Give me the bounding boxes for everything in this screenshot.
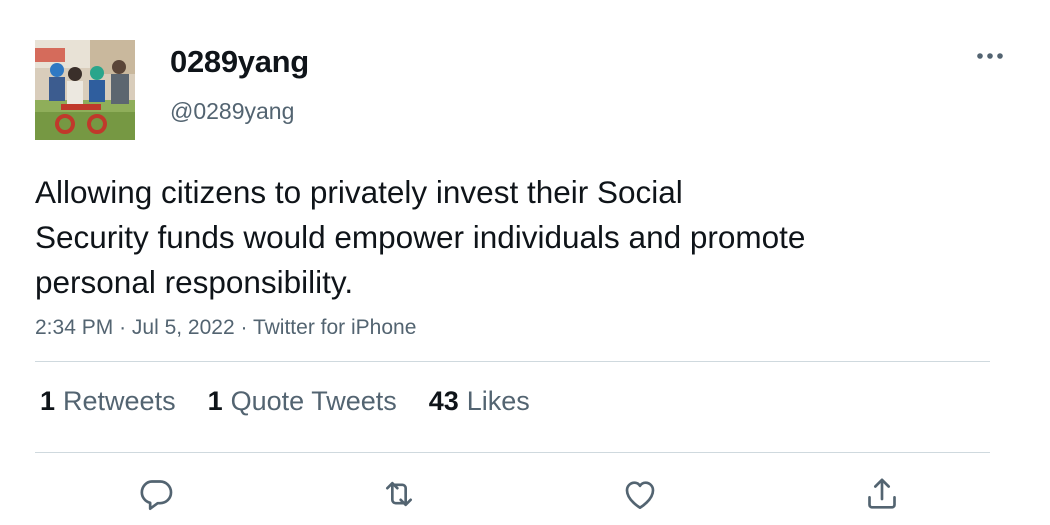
quote-tweets-stat[interactable]: 1 Quote Tweets	[208, 386, 397, 417]
tweet-text: Allowing citizens to privately invest th…	[35, 170, 965, 305]
tweet-text-line: personal responsibility.	[35, 264, 354, 300]
tweet-text-line: Allowing citizens to privately invest th…	[35, 174, 683, 210]
tweet-source[interactable]: Twitter for iPhone	[253, 316, 416, 339]
quote-tweets-label: Quote Tweets	[230, 386, 397, 416]
reply-button[interactable]	[134, 472, 178, 516]
divider	[35, 452, 990, 453]
meta-separator: ·	[240, 316, 248, 339]
reply-icon	[140, 480, 173, 510]
tweet-actions	[0, 472, 1050, 516]
likes-stat[interactable]: 43 Likes	[429, 386, 530, 417]
user-display-name[interactable]: 0289yang	[170, 44, 309, 80]
tweet-time[interactable]: 2:34 PM	[35, 316, 113, 339]
retweet-icon	[386, 481, 412, 507]
user-handle[interactable]: @0289yang	[170, 98, 294, 125]
retweet-button[interactable]	[377, 472, 421, 516]
like-icon	[625, 481, 655, 509]
like-button[interactable]	[618, 472, 662, 516]
likes-count: 43	[428, 386, 459, 416]
retweets-stat[interactable]: 1 Retweets	[40, 386, 176, 417]
more-icon	[977, 53, 1003, 59]
family-photo-avatar	[35, 40, 135, 140]
retweets-label: Retweets	[63, 386, 176, 416]
tweet-date[interactable]: Jul 5, 2022	[132, 316, 235, 339]
retweets-count: 1	[40, 386, 56, 416]
share-button[interactable]	[860, 472, 904, 516]
divider	[35, 361, 990, 362]
meta-separator: ·	[119, 316, 127, 339]
tweet-text-line: Security funds would empower individuals…	[35, 219, 806, 255]
tweet-stats: 1 Retweets 1 Quote Tweets 43 Likes	[40, 386, 530, 417]
likes-label: Likes	[466, 386, 530, 416]
share-icon	[868, 478, 896, 509]
tweet-meta: 2:34 PM · Jul 5, 2022 · Twitter for iPho…	[35, 316, 416, 340]
tweet-card: 0289yang @0289yang Allowing citizens to …	[0, 0, 1050, 525]
user-avatar[interactable]	[35, 40, 135, 140]
quote-tweets-count: 1	[207, 386, 223, 416]
more-options-button[interactable]	[970, 42, 1010, 70]
